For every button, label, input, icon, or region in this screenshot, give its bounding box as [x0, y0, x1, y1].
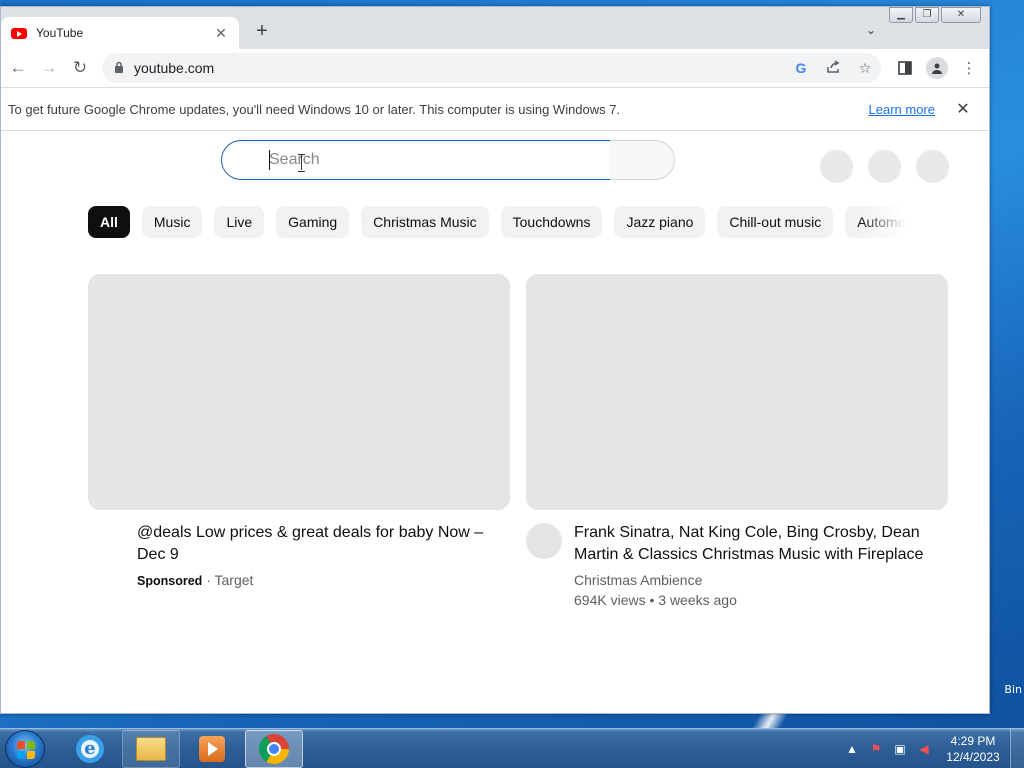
- chip-music[interactable]: Music: [141, 206, 203, 238]
- show-desktop-button[interactable]: [1010, 729, 1024, 768]
- header-placeholder-1[interactable]: [820, 150, 853, 183]
- chip-live[interactable]: Live: [214, 206, 265, 238]
- search-button[interactable]: [610, 140, 675, 180]
- show-hidden-icons-button[interactable]: ▲: [843, 742, 861, 756]
- clock-date: 12/4/2023: [946, 750, 1000, 764]
- taskbar-windows-explorer[interactable]: [122, 730, 180, 768]
- tab-search-button[interactable]: ⌄: [861, 23, 881, 41]
- bookmark-star-icon[interactable]: ☆: [849, 60, 881, 77]
- youtube-favicon-icon: [11, 27, 27, 39]
- infobar-close-icon[interactable]: ✕: [953, 99, 973, 119]
- back-button[interactable]: ←: [4, 54, 32, 82]
- network-icon[interactable]: ▣: [891, 742, 909, 756]
- video-thumbnail-christmas[interactable]: [526, 274, 948, 510]
- windows-taskbar: e ▲ ⚑ ▣ ◀ 4:29 PM 12/4/2023: [0, 728, 1024, 768]
- action-center-warning-icon[interactable]: ⚑: [867, 742, 885, 756]
- chip-all[interactable]: All: [88, 206, 130, 238]
- tab-strip: YouTube ✕ + ⌄ ▁ ❐ ✕: [1, 7, 989, 49]
- youtube-page: All Music Live Gaming Christmas Music To…: [1, 131, 989, 713]
- window-controls: ▁ ❐ ✕: [889, 7, 981, 23]
- mouse-ibeam-cursor: [298, 154, 306, 172]
- video-thumbnail-ad[interactable]: [88, 274, 510, 510]
- address-bar[interactable]: youtube.com G ☆: [102, 53, 881, 83]
- media-player-icon: [199, 736, 225, 762]
- channel-avatar[interactable]: [526, 523, 562, 559]
- learn-more-link[interactable]: Learn more: [869, 102, 935, 117]
- search-input[interactable]: [269, 151, 569, 169]
- ad-meta: Sponsored · Target: [137, 572, 253, 588]
- forward-button[interactable]: →: [35, 54, 63, 82]
- header-placeholder-3[interactable]: [916, 150, 949, 183]
- start-button[interactable]: [5, 730, 45, 768]
- minimize-button[interactable]: ▁: [889, 7, 913, 23]
- volume-muted-icon[interactable]: ◀: [915, 742, 933, 756]
- chrome-window: YouTube ✕ + ⌄ ▁ ❐ ✕ ← → ↻ youtube.com G …: [0, 6, 990, 714]
- chip-bar: All Music Live Gaming Christmas Music To…: [88, 206, 908, 238]
- header-placeholder-2[interactable]: [868, 150, 901, 183]
- tab-youtube[interactable]: YouTube ✕: [1, 17, 239, 49]
- video-title-ad[interactable]: @deals Low prices & great deals for baby…: [137, 522, 497, 566]
- chrome-icon: [259, 734, 289, 764]
- close-window-button[interactable]: ✕: [941, 7, 981, 23]
- chip-chill-out-music[interactable]: Chill-out music: [717, 206, 834, 238]
- chip-bar-fade: [861, 206, 911, 238]
- recycle-bin-label[interactable]: Bin: [990, 683, 1024, 699]
- side-panel-icon[interactable]: [889, 54, 921, 82]
- search-box[interactable]: [221, 140, 611, 180]
- channel-name[interactable]: Christmas Ambience: [574, 572, 702, 588]
- folder-icon: [136, 737, 166, 761]
- system-clock[interactable]: 4:29 PM 12/4/2023: [938, 733, 1008, 765]
- sponsored-label: Sponsored: [137, 574, 203, 588]
- taskbar-internet-explorer[interactable]: e: [61, 730, 119, 768]
- taskbar-google-chrome[interactable]: [245, 730, 303, 768]
- update-infobar: To get future Google Chrome updates, you…: [1, 87, 989, 131]
- lock-icon[interactable]: [114, 61, 124, 76]
- windows-logo-icon: [17, 741, 35, 759]
- share-icon[interactable]: [817, 59, 849, 77]
- clock-time: 4:29 PM: [950, 734, 996, 748]
- chip-jazz-piano[interactable]: Jazz piano: [614, 206, 706, 238]
- google-lens-icon[interactable]: G: [785, 60, 817, 76]
- url-text[interactable]: youtube.com: [134, 60, 785, 76]
- profile-icon[interactable]: [926, 57, 948, 79]
- chip-touchdowns[interactable]: Touchdowns: [500, 206, 603, 238]
- reload-button[interactable]: ↻: [66, 54, 94, 82]
- maximize-button[interactable]: ❐: [915, 7, 939, 23]
- video-title-christmas[interactable]: Frank Sinatra, Nat King Cole, Bing Crosb…: [574, 522, 944, 566]
- tab-title: YouTube: [36, 26, 84, 40]
- infobar-message: To get future Google Chrome updates, you…: [8, 101, 621, 117]
- taskbar-media-player[interactable]: [183, 730, 241, 768]
- internet-explorer-icon: e: [76, 735, 104, 763]
- toolbar-right: ⋮: [889, 54, 985, 82]
- new-tab-button[interactable]: +: [251, 21, 273, 43]
- text-caret: [269, 150, 270, 170]
- menu-icon[interactable]: ⋮: [953, 54, 985, 82]
- advertiser-name[interactable]: Target: [215, 572, 254, 588]
- video-stats: 694K views • 3 weeks ago: [574, 592, 737, 608]
- browser-toolbar: ← → ↻ youtube.com G ☆ ⋮: [1, 49, 989, 87]
- system-tray: ▲ ⚑ ▣ ◀: [843, 729, 933, 768]
- meta-separator: ·: [206, 572, 211, 588]
- tab-close-icon[interactable]: ✕: [213, 25, 229, 42]
- chip-christmas-music[interactable]: Christmas Music: [361, 206, 489, 238]
- chip-gaming[interactable]: Gaming: [276, 206, 350, 238]
